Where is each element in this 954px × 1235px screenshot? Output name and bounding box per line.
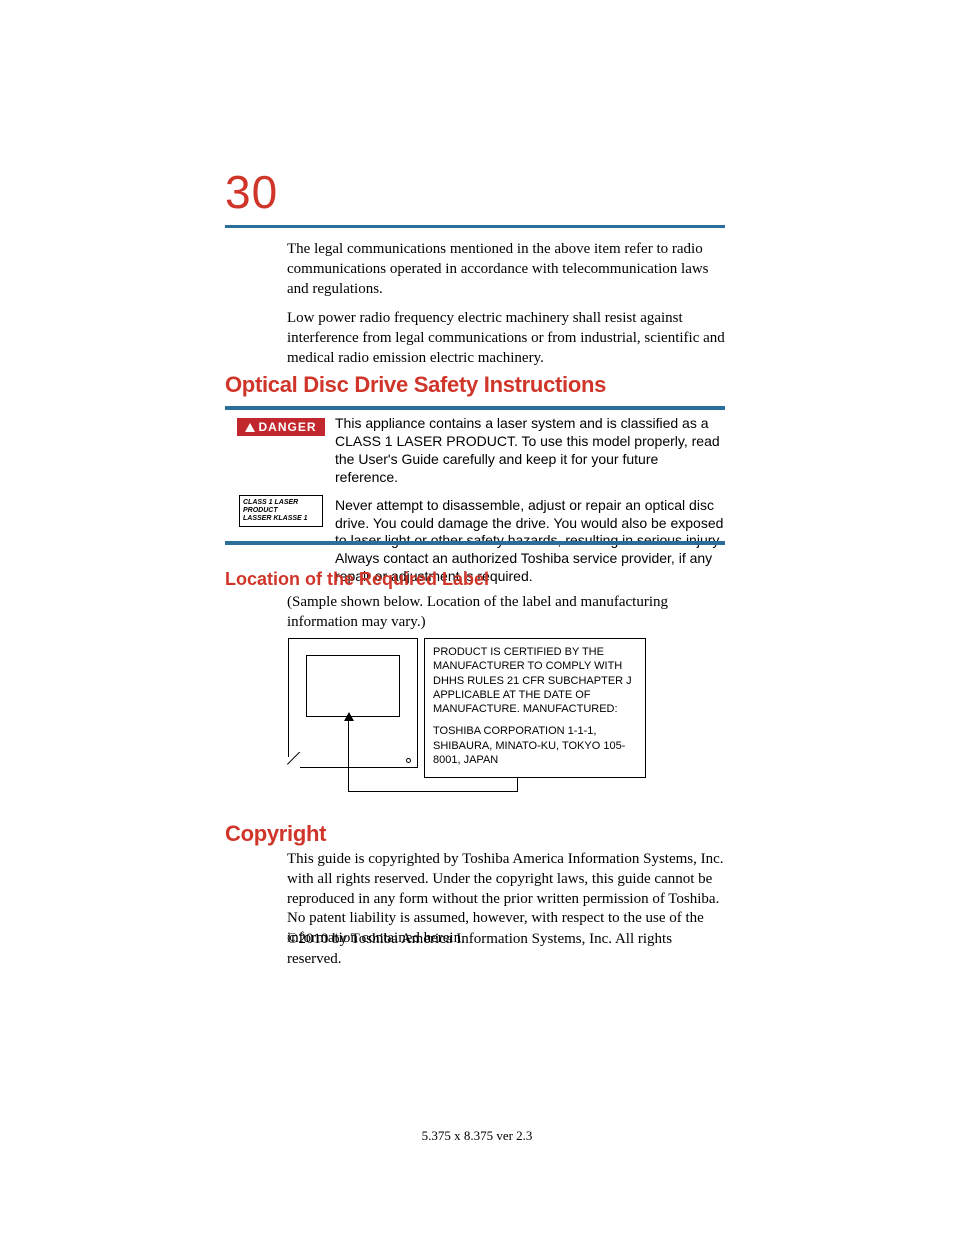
label-rect (306, 655, 400, 717)
location-paragraph: (Sample shown below. Location of the lab… (287, 593, 727, 633)
cert-text-1: PRODUCT IS CERTIFIED BY THE MANUFACTURER… (433, 645, 637, 716)
arrow-vertical (348, 716, 349, 791)
text: Low power radio frequency electric machi… (287, 309, 727, 368)
footer-text: 5.375 x 8.375 ver 2.3 (0, 1128, 954, 1144)
text: The legal communications mentioned in th… (287, 240, 727, 299)
arrow-horizontal (348, 791, 518, 792)
laser-line2: LASSER KLASSE 1 (243, 515, 319, 523)
laser-line1: CLASS 1 LASER PRODUCT (243, 499, 319, 515)
device-bottom-edge (300, 767, 417, 768)
certification-box: PRODUCT IS CERTIFIED BY THE MANUFACTURER… (424, 638, 646, 778)
sample-label-diagram: PRODUCT IS CERTIFIED BY THE MANUFACTURER… (288, 638, 648, 798)
page-number: 30 (225, 165, 278, 219)
header-rule (225, 225, 725, 228)
laser-class-label: CLASS 1 LASER PRODUCT LASSER KLASSE 1 (239, 495, 323, 527)
screw-icon (406, 758, 411, 763)
rule-top (225, 406, 725, 410)
heading-location: Location of the Required Label (225, 569, 489, 590)
copyright-paragraph-2: ©2010 by Toshiba America Information Sys… (287, 930, 727, 970)
device-outline (288, 638, 418, 768)
warning-triangle-icon (245, 423, 255, 432)
danger-label: DANGER (258, 420, 316, 434)
danger-badge: DANGER (237, 418, 325, 436)
heading-copyright: Copyright (225, 821, 326, 847)
rule-bottom (225, 541, 725, 545)
intro-paragraph-1: The legal communications mentioned in th… (287, 240, 727, 299)
device-corner (287, 752, 304, 769)
danger-p1: This appliance contains a laser system a… (335, 415, 725, 487)
intro-paragraph-2: Low power radio frequency electric machi… (287, 309, 727, 368)
page: 30 The legal communications mentioned in… (0, 0, 954, 1235)
cert-text-2: TOSHIBA CORPORATION 1-1-1, SHIBAURA, MIN… (433, 724, 637, 767)
heading-optical: Optical Disc Drive Safety Instructions (225, 372, 606, 398)
arrow-connector (517, 778, 518, 792)
